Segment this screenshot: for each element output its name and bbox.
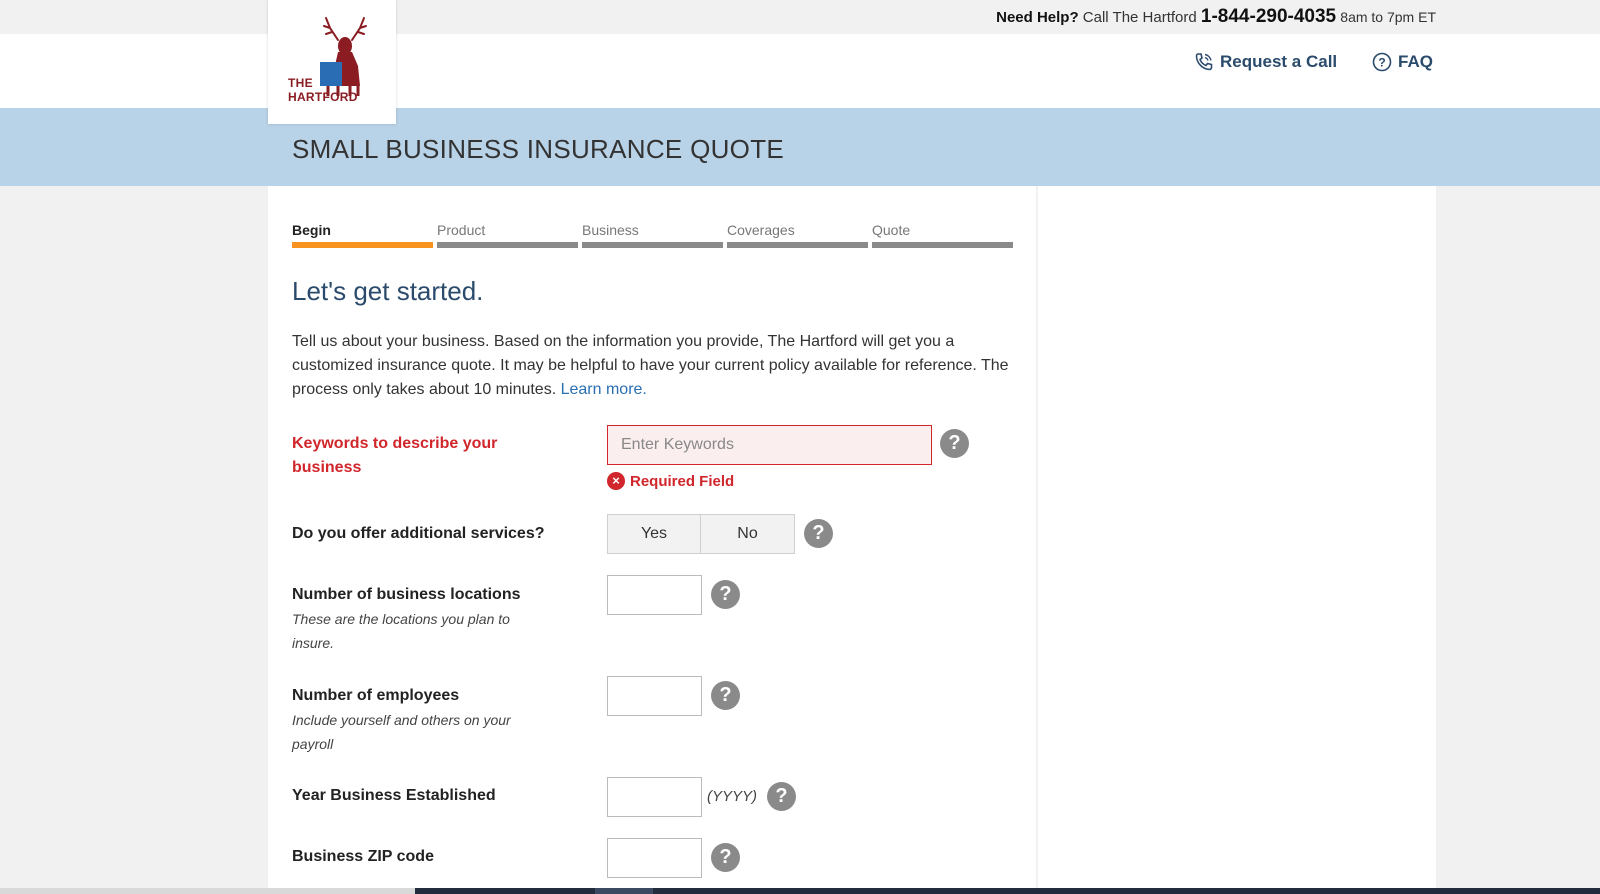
locations-hint: These are the locations you plan to insu… (292, 611, 510, 651)
no-button[interactable]: No (701, 514, 795, 554)
step-bar (582, 242, 723, 248)
stag-icon (320, 17, 367, 96)
step-bar (292, 242, 433, 248)
title-banner: SMALL BUSINESS INSURANCE QUOTE (0, 108, 1600, 186)
svg-text:?: ? (1378, 56, 1385, 70)
zip-label-block: Business ZIP code (292, 845, 434, 869)
need-help-label: Need Help? (996, 9, 1079, 26)
year-input[interactable] (607, 777, 702, 817)
step-bar (437, 242, 578, 248)
logo-wordmark: THE HARTFORD (288, 76, 358, 104)
taskbar-segment (595, 888, 653, 894)
page-title: SMALL BUSINESS INSURANCE QUOTE (292, 134, 785, 164)
year-label: Year Business Established (292, 787, 496, 804)
question-circle-icon: ? (1372, 52, 1392, 72)
taskbar-strip (0, 888, 1600, 894)
keywords-help-icon[interactable]: ? (940, 429, 969, 458)
faq-label: FAQ (1398, 52, 1433, 71)
employees-help-icon[interactable]: ? (711, 681, 740, 710)
step-coverages: Coverages (727, 222, 868, 248)
intro-heading: Let's get started. (292, 276, 484, 306)
hartford-logo[interactable]: THE HARTFORD (268, 0, 396, 124)
services-label: Do you offer additional services? (292, 525, 545, 542)
locations-label: Number of business locations (292, 586, 521, 603)
request-call-link[interactable]: Request a Call (1194, 52, 1337, 72)
employees-label: Number of employees (292, 687, 460, 704)
taskbar-light-segment (0, 888, 415, 894)
faq-link[interactable]: ? FAQ (1372, 52, 1433, 72)
zip-input[interactable] (607, 838, 702, 878)
help-line: Need Help? Call The Hartford 1-844-290-4… (996, 6, 1436, 28)
call-text: Call The Hartford (1082, 9, 1197, 26)
keywords-label-block: Keywords to describe your business (292, 432, 552, 480)
phone-icon (1195, 53, 1213, 71)
services-help-icon[interactable]: ? (804, 519, 833, 548)
step-begin: Begin (292, 222, 433, 248)
zip-help-icon[interactable]: ? (711, 843, 740, 872)
top-help-bar: Need Help? Call The Hartford 1-844-290-4… (0, 0, 1600, 34)
learn-more-link[interactable]: Learn more. (561, 381, 647, 398)
site-header: Request a Call ? FAQ (0, 34, 1600, 108)
year-help-icon[interactable]: ? (767, 782, 796, 811)
services-label-block: Do you offer additional services? (292, 522, 545, 546)
error-x-icon: × (607, 472, 625, 490)
employees-input[interactable] (607, 676, 702, 716)
progress-steps: Begin Product Business Coverages Quote (292, 222, 1013, 248)
phone-number[interactable]: 1-844-290-4035 (1201, 6, 1336, 27)
step-business: Business (582, 222, 723, 248)
locations-label-block: Number of business locations These are t… (292, 583, 552, 655)
yes-button[interactable]: Yes (607, 514, 701, 554)
keywords-label: Keywords to describe your business (292, 435, 498, 476)
services-toggle: Yes No (607, 514, 795, 554)
intro-paragraph: Tell us about your business. Based on th… (292, 333, 1009, 398)
year-format-hint: (YYYY) (707, 788, 758, 805)
keywords-input[interactable] (607, 425, 932, 465)
locations-help-icon[interactable]: ? (711, 580, 740, 609)
zip-label: Business ZIP code (292, 848, 434, 865)
required-field-text: Required Field (630, 472, 735, 490)
year-label-block: Year Business Established (292, 784, 496, 808)
locations-input[interactable] (607, 575, 702, 615)
step-product: Product (437, 222, 578, 248)
employees-hint: Include yourself and others on your payr… (292, 712, 511, 752)
hours-text: 8am to 7pm ET (1340, 9, 1436, 25)
request-call-label: Request a Call (1220, 52, 1338, 71)
step-quote: Quote (872, 222, 1013, 248)
right-side-panel (1038, 186, 1436, 894)
required-field-error: × Required Field (607, 472, 734, 490)
step-bar (727, 242, 868, 248)
step-bar (872, 242, 1013, 248)
employees-label-block: Number of employees Include yourself and… (292, 684, 552, 756)
